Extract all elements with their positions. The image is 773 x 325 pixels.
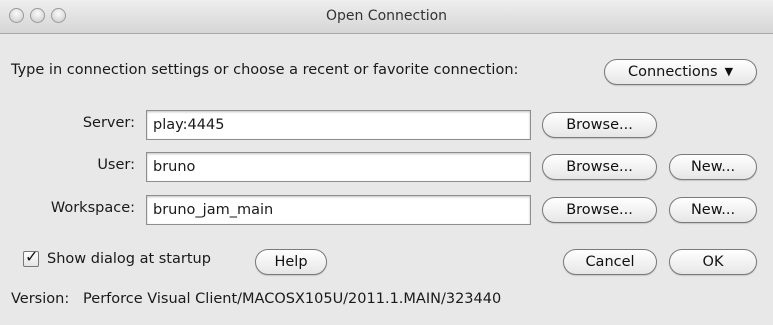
server-input[interactable]: play:4445 bbox=[146, 110, 531, 140]
title-bar: Open Connection bbox=[0, 0, 773, 34]
window-title: Open Connection bbox=[325, 8, 448, 24]
show-dialog-label[interactable]: Show dialog at startup bbox=[47, 251, 211, 267]
show-dialog-checkbox[interactable]: ✓ bbox=[23, 247, 39, 267]
workspace-new-button[interactable]: New... bbox=[669, 197, 757, 223]
chevron-down-icon: ▼ bbox=[724, 65, 734, 78]
workspace-browse-button[interactable]: Browse... bbox=[542, 197, 657, 223]
ok-button[interactable]: OK bbox=[669, 249, 757, 275]
user-input[interactable]: bruno bbox=[146, 152, 531, 182]
user-label: User: bbox=[97, 157, 135, 173]
version-info: Version: Perforce Visual Client/MACOSX10… bbox=[11, 291, 501, 307]
user-new-button[interactable]: New... bbox=[669, 154, 757, 180]
help-button[interactable]: Help bbox=[255, 249, 327, 275]
open-connection-dialog: Open Connection Type in connection setti… bbox=[0, 0, 773, 325]
version-value: Perforce Visual Client/MACOSX105U/2011.1… bbox=[83, 291, 502, 307]
instructions-text: Type in connection settings or choose a … bbox=[11, 62, 519, 78]
cancel-button[interactable]: Cancel bbox=[563, 249, 657, 275]
version-label: Version: bbox=[11, 291, 70, 307]
server-label: Server: bbox=[82, 115, 135, 131]
user-browse-button[interactable]: Browse... bbox=[542, 154, 657, 180]
connections-label: Connections bbox=[627, 64, 718, 80]
workspace-input[interactable]: bruno_jam_main bbox=[146, 195, 531, 225]
connections-dropdown-button[interactable]: Connections ▼ bbox=[604, 59, 757, 85]
server-browse-button[interactable]: Browse... bbox=[542, 112, 657, 138]
workspace-label: Workspace: bbox=[50, 200, 135, 216]
checkmark-icon: ✓ bbox=[25, 247, 39, 266]
